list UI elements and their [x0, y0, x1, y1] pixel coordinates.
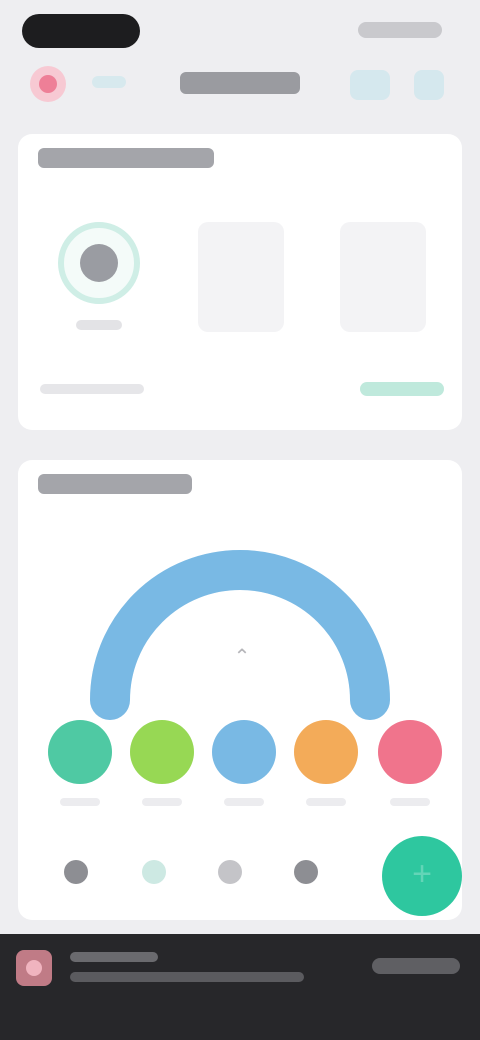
- mood-label: [390, 798, 430, 806]
- notification-banner[interactable]: [0, 934, 480, 1040]
- mood-label: [60, 798, 100, 806]
- nav-bar: [0, 58, 480, 114]
- summary-footer-link[interactable]: [360, 382, 444, 396]
- status-time-pill: [22, 14, 140, 48]
- mood-bad-icon[interactable]: [294, 720, 358, 784]
- mood-neutral-icon[interactable]: [212, 720, 276, 784]
- summary-tile[interactable]: [40, 208, 158, 398]
- nav-subtitle: [92, 76, 126, 88]
- tab-bar: +: [0, 836, 480, 930]
- tile-label: [76, 320, 122, 330]
- pointer-icon: ⌃: [233, 646, 251, 668]
- mood-label: [306, 798, 346, 806]
- settings-icon[interactable]: [414, 70, 444, 100]
- mood-label: [224, 798, 264, 806]
- add-entry-button[interactable]: +: [382, 836, 462, 916]
- summary-footer-text: [40, 384, 144, 394]
- placeholder-icon: [340, 222, 426, 332]
- mood-card-title: [38, 474, 192, 494]
- summary-tile[interactable]: [324, 208, 442, 398]
- ring-icon: [58, 222, 140, 304]
- summary-card: [18, 134, 462, 430]
- notification-title: [70, 952, 158, 962]
- profile-icon[interactable]: [30, 66, 66, 102]
- tab-profile[interactable]: [286, 854, 326, 894]
- profile-tab-icon: [294, 860, 318, 884]
- tab-journal[interactable]: [210, 854, 250, 894]
- profile-icon-dot: [39, 75, 57, 93]
- page-title: [180, 72, 300, 94]
- mood-gauge: [90, 550, 390, 720]
- stats-icon: [142, 860, 166, 884]
- summary-card-title: [38, 148, 214, 168]
- home-icon: [64, 860, 88, 884]
- notification-action-button[interactable]: [372, 958, 460, 974]
- status-indicators: [358, 22, 442, 38]
- placeholder-icon: [198, 222, 284, 332]
- tab-home[interactable]: [56, 854, 96, 894]
- ring-core: [80, 244, 118, 282]
- mood-label: [142, 798, 182, 806]
- mood-very-bad-icon[interactable]: [378, 720, 442, 784]
- mood-good-icon[interactable]: [130, 720, 194, 784]
- calendar-icon[interactable]: [350, 70, 390, 100]
- notification-icon: [16, 950, 52, 986]
- status-bar: [0, 0, 480, 60]
- tab-stats[interactable]: [134, 854, 174, 894]
- notification-message: [70, 972, 304, 982]
- mood-very-good-icon[interactable]: [48, 720, 112, 784]
- gauge-fill: [90, 550, 390, 720]
- journal-icon: [218, 860, 242, 884]
- summary-tile[interactable]: [182, 208, 300, 398]
- notification-icon-dot: [26, 960, 42, 976]
- add-icon: +: [412, 855, 432, 893]
